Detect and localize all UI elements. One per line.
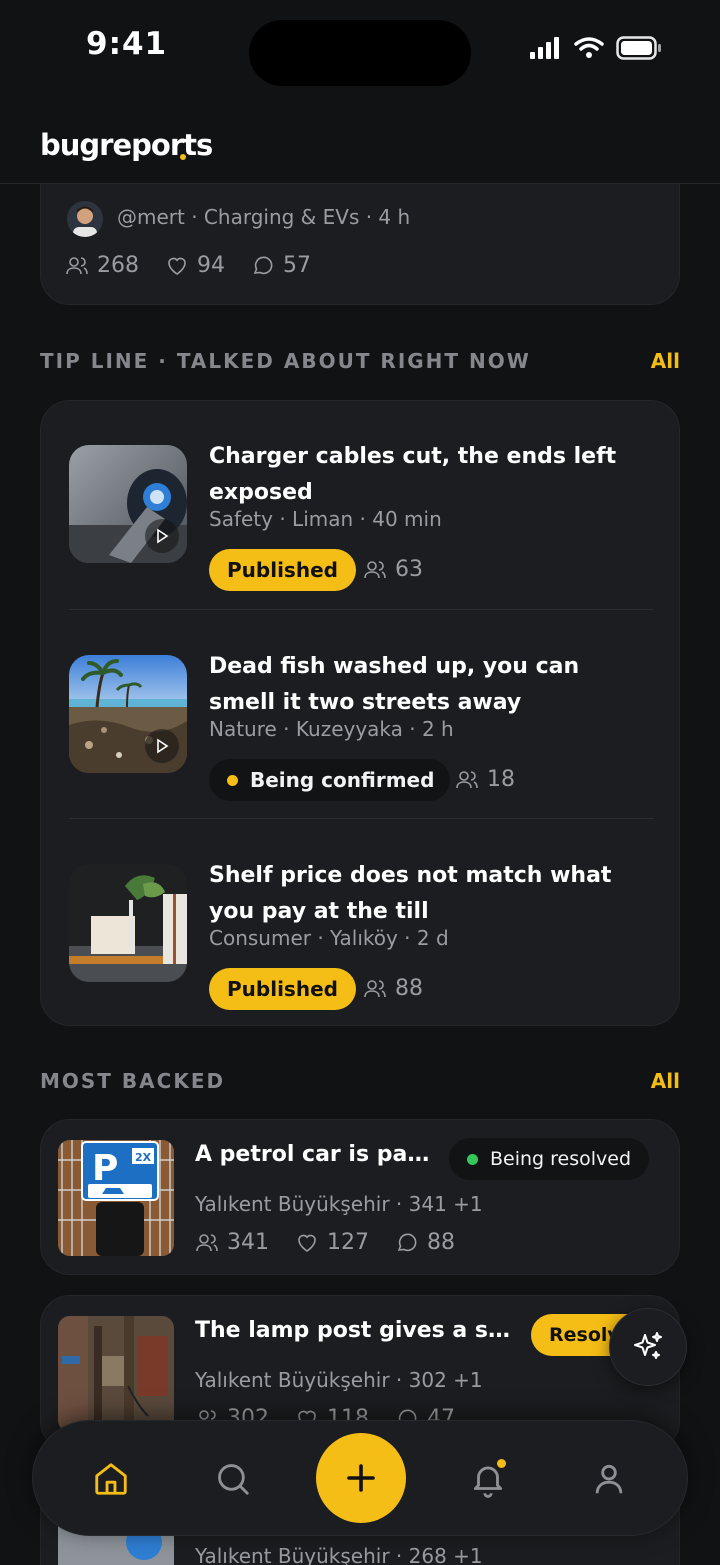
create-report-button[interactable]: [316, 1433, 406, 1523]
app-header: bugreports: [0, 100, 720, 184]
backers-stat: 341: [195, 1230, 269, 1255]
play-icon[interactable]: [145, 729, 179, 763]
app-logo[interactable]: bugreports: [40, 128, 213, 162]
divider: [69, 818, 653, 819]
people-icon: [196, 1233, 218, 1251]
people-icon: [364, 560, 386, 578]
backers-count: 63: [395, 557, 423, 582]
status-badge: Being resolved: [449, 1138, 650, 1180]
tip-title: Dead fish washed up, you can smell it tw…: [209, 654, 580, 715]
tip-title: Charger cables cut, the ends left expose…: [209, 444, 617, 505]
status-label: Being confirmed: [250, 768, 435, 792]
tab-notifications[interactable]: [468, 1457, 508, 1499]
home-icon: [95, 1463, 127, 1495]
status-time: 9:41: [86, 26, 168, 62]
logo-dot: [180, 154, 186, 160]
tip-meta: Consumer · Yalıköy · 2 d: [209, 926, 449, 950]
likes-count: 127: [327, 1230, 369, 1255]
comment-icon: [253, 256, 273, 274]
tip-title: Shelf price does not match what you pay …: [209, 863, 612, 924]
status-badge: Published: [209, 968, 356, 1010]
wifi-icon: [574, 37, 604, 58]
tab-home[interactable]: [91, 1459, 131, 1499]
backed-title: A petrol car is parked in an EV charging…: [195, 1142, 435, 1167]
ai-assistant-button[interactable]: [609, 1308, 687, 1386]
profile-icon: [595, 1464, 623, 1494]
tab-profile[interactable]: [589, 1459, 629, 1499]
backers-count: 18: [487, 767, 515, 792]
people-icon: [66, 256, 88, 274]
comments-count: 57: [283, 253, 311, 278]
status-dot: [467, 1153, 478, 1165]
dynamic-island: [249, 20, 471, 86]
list-item[interactable]: Dead fish washed up, you can smell it tw…: [69, 654, 653, 845]
likes-stat[interactable]: 94: [165, 253, 225, 278]
backed-meta: Yalıkent Büyükşehir · 302 +1: [195, 1368, 483, 1392]
comments-stat[interactable]: 57: [251, 253, 311, 278]
comments-stat[interactable]: 88: [395, 1230, 455, 1255]
people-icon: [364, 979, 386, 997]
heart-icon: [298, 1234, 316, 1252]
search-icon: [218, 1464, 249, 1495]
comment-icon: [397, 1233, 417, 1251]
tip-thumbnail: [69, 655, 187, 773]
plus-icon: [347, 1464, 375, 1492]
author-meta: @mert · Charging & EVs · 4 h: [117, 205, 411, 229]
card-stats: 268 94 57: [65, 253, 311, 278]
avatar: [67, 201, 103, 237]
backers-count: 341: [227, 1230, 269, 1255]
tip-meta: Nature · Kuzeyyaka · 2 h: [209, 717, 454, 741]
people-icon: [456, 770, 478, 788]
backers-stat: 88: [363, 976, 423, 1001]
status-bar: 9:41: [0, 0, 720, 100]
comments-count: 88: [427, 1230, 455, 1255]
tipline-all-link[interactable]: All: [651, 349, 680, 373]
most-backed-title: MOST BACKED: [40, 1069, 226, 1093]
svg-text:P: P: [92, 1148, 118, 1189]
backers-stat: 268: [65, 253, 139, 278]
status-label: Being resolved: [490, 1148, 632, 1170]
system-icons: [530, 36, 662, 60]
tipline-card: Charger cables cut, the ends left expose…: [40, 400, 680, 1026]
tip-thumbnail: [69, 864, 187, 982]
status-badge: Being confirmed: [209, 759, 451, 801]
report-card[interactable]: @mert · Charging & EVs · 4 h 268 94 57: [40, 184, 680, 305]
tip-thumbnail: [69, 445, 187, 563]
likes-count: 94: [197, 253, 225, 278]
sparkle-icon: [634, 1332, 662, 1359]
backed-thumbnail: P 2X: [58, 1140, 174, 1256]
heart-icon: [168, 257, 186, 275]
backed-meta: Yalıkent Büyükşehir · 341 +1: [195, 1192, 483, 1216]
most-backed-all-link[interactable]: All: [651, 1069, 680, 1093]
list-item[interactable]: Charger cables cut, the ends left expose…: [69, 444, 653, 635]
status-dot: [227, 774, 238, 786]
divider: [69, 609, 653, 610]
backers-stat: 63: [363, 557, 423, 582]
backed-card[interactable]: P 2X A petrol car is parked in an EV cha…: [40, 1119, 680, 1275]
card-stats: 341 127 88: [195, 1230, 455, 1255]
battery-icon: [616, 36, 661, 60]
backers-count: 268: [97, 253, 139, 278]
tab-search[interactable]: [213, 1459, 253, 1499]
backed-meta: Yalıkent Büyükşehir · 268 +1: [195, 1544, 483, 1565]
bottom-tab-bar: [32, 1420, 688, 1536]
tipline-title: TIP LINE · TALKED ABOUT RIGHT NOW: [40, 349, 531, 373]
backed-thumbnail: [58, 1316, 174, 1432]
tip-meta: Safety · Liman · 40 min: [209, 507, 442, 531]
play-icon[interactable]: [145, 519, 179, 553]
status-badge: Published: [209, 549, 356, 591]
signal-icon: [530, 37, 559, 59]
backers-count: 88: [395, 976, 423, 1001]
backed-title: The lamp post gives a shock when touched: [195, 1318, 511, 1343]
list-item[interactable]: Shelf price does not match what you pay …: [69, 863, 653, 1054]
notification-badge: [495, 1457, 508, 1470]
backers-stat: 18: [455, 767, 515, 792]
likes-stat[interactable]: 127: [295, 1230, 369, 1255]
svg-text:2X: 2X: [135, 1151, 152, 1164]
